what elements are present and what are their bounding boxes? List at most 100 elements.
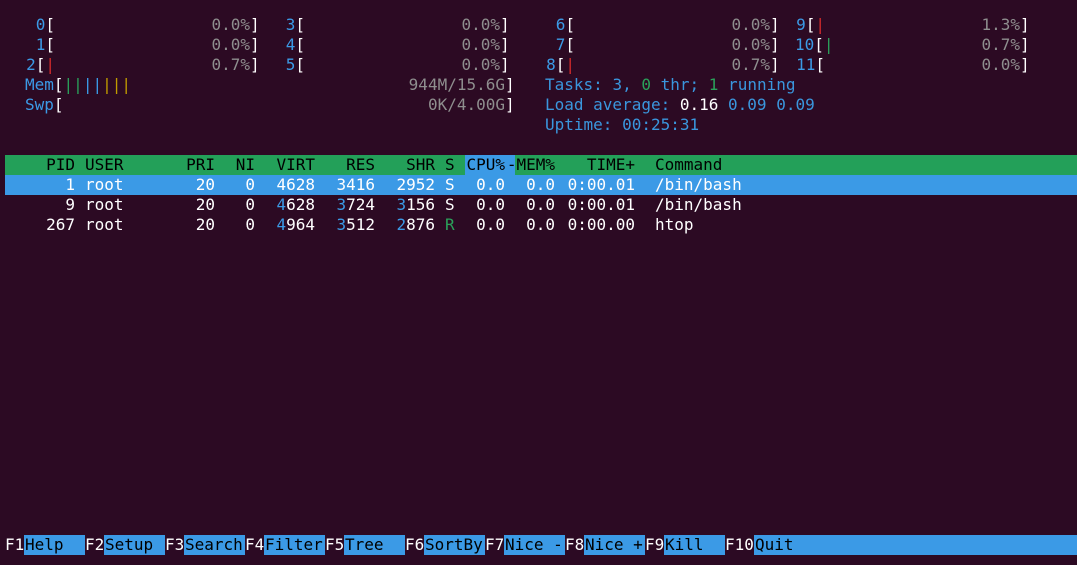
cell-mem: 0.0 [526, 195, 555, 214]
cpu-9-label: 9[| [796, 15, 825, 34]
cell-ni: 0 [245, 175, 255, 194]
cell-mem: 0.0 [526, 175, 555, 194]
cpu-8-label: 8[| [546, 55, 575, 74]
cell-cpu: 0.0 [476, 195, 505, 214]
column-pri[interactable]: PRI [165, 155, 215, 175]
cell-shr: 2952 [396, 175, 435, 194]
cpu-6-percent: 0.0% [731, 15, 770, 34]
f9-key[interactable]: F9 [645, 535, 665, 555]
column-ni[interactable]: NI [215, 155, 255, 175]
cpu-7-label: 7[ [555, 35, 575, 54]
column-cpu[interactable]: CPU% [455, 155, 505, 175]
swp-meter: Swp[ [25, 95, 64, 114]
cell-virt: 4628 [276, 175, 315, 194]
f9-label[interactable]: Kill [665, 535, 723, 555]
cell-cpu: 0.0 [476, 215, 505, 234]
swp-label: Swp [25, 95, 54, 114]
f4-key[interactable]: F4 [245, 535, 265, 555]
cell-shr: 2876 [396, 215, 435, 234]
f10-key[interactable]: F10 [725, 535, 754, 555]
cell-pid: 1 [65, 175, 75, 194]
uptime: Uptime: 00:25:31 [545, 115, 700, 134]
cell-virt: 4964 [276, 215, 315, 234]
cell-ni: 0 [245, 215, 255, 234]
cell-user: root [85, 175, 124, 194]
cell-s: S [445, 195, 455, 214]
cpu-5-percent: 0.0% [461, 55, 500, 74]
cell-time: 0:00.00 [567, 215, 635, 234]
cell-cpu: 0.0 [476, 175, 505, 194]
cell-command: /bin/bash [655, 195, 742, 214]
cell-command: htop [655, 215, 694, 234]
f6-key[interactable]: F6 [405, 535, 425, 555]
cell-ni: 0 [245, 195, 255, 214]
cpu-10-label: 10[| [795, 35, 834, 54]
cell-res: 3724 [336, 195, 375, 214]
column-s[interactable]: S [445, 155, 455, 175]
cell-s: S [445, 175, 455, 194]
column-time[interactable]: TIME+ [555, 155, 635, 175]
cell-pri: 20 [195, 215, 215, 234]
f7-label[interactable]: Nice - [505, 535, 563, 555]
cpu-11-label: 11[ [796, 55, 825, 74]
cell-s: R [445, 215, 455, 234]
cell-time: 0:00.01 [567, 175, 635, 194]
cpu-4-percent: 0.0% [461, 35, 500, 54]
f1-key[interactable]: F1 [5, 535, 25, 555]
column-res[interactable]: RES [315, 155, 375, 175]
cell-shr: 3156 [396, 195, 435, 214]
tasks-line: Tasks: 3, 0 thr; 1 running [545, 75, 796, 94]
cell-virt: 4628 [276, 195, 315, 214]
cell-user: root [85, 215, 124, 234]
f2-key[interactable]: F2 [85, 535, 105, 555]
mem-value: 944M/15.6G [408, 75, 505, 94]
cpu-11-percent: 0.0% [981, 55, 1020, 74]
cpu-4-label: 4[ [285, 35, 305, 54]
cpu-7-percent: 0.0% [731, 35, 770, 54]
cpu-1-label: 1[ [35, 35, 55, 54]
column-shr[interactable]: SHR [375, 155, 435, 175]
column-command[interactable]: Command [655, 155, 855, 175]
cpu-3-label: 3[ [285, 15, 305, 34]
cpu-0-label: 0[ [35, 15, 55, 34]
f8-key[interactable]: F8 [565, 535, 585, 555]
cpu-5-label: 5[ [285, 55, 305, 74]
cell-command: /bin/bash [655, 175, 742, 194]
f6-label[interactable]: SortBy [425, 535, 483, 555]
column-pid[interactable]: PID [5, 155, 75, 175]
cell-res: 3416 [336, 175, 375, 194]
cell-pri: 20 [195, 195, 215, 214]
column-user[interactable]: USER [85, 155, 165, 175]
mem-meter: Mem[||||||| [25, 75, 131, 94]
cpu-6-label: 6[ [555, 15, 575, 34]
f10-label[interactable]: Quit [755, 535, 813, 555]
f3-key[interactable]: F3 [165, 535, 185, 555]
cpu-2-label: 2[| [26, 55, 55, 74]
f5-label[interactable]: Tree [345, 535, 403, 555]
cell-pri: 20 [195, 175, 215, 194]
cpu-2-percent: 0.7% [211, 55, 250, 74]
cpu-10-percent: 0.7% [981, 35, 1020, 54]
mem-label: Mem [25, 75, 54, 94]
column-virt[interactable]: VIRT [255, 155, 315, 175]
swp-value: 0K/4.00G [427, 95, 505, 114]
cpu-8-percent: 0.7% [731, 55, 770, 74]
load-average: Load average: 0.16 0.09 0.09 [545, 95, 815, 114]
f1-label[interactable]: Help [25, 535, 83, 555]
f3-label[interactable]: Search [185, 535, 243, 555]
cell-res: 3512 [336, 215, 375, 234]
cpu-0-percent: 0.0% [211, 15, 250, 34]
cell-pid: 9 [65, 195, 75, 214]
cell-user: root [85, 195, 124, 214]
cpu-1-percent: 0.0% [211, 35, 250, 54]
f2-label[interactable]: Setup [105, 535, 163, 555]
f4-label[interactable]: Filter [265, 535, 323, 555]
cpu-3-percent: 0.0% [461, 15, 500, 34]
column-mem[interactable]: -MEM% [505, 155, 555, 175]
cpu-9-percent: 1.3% [981, 15, 1020, 34]
cell-mem: 0.0 [526, 215, 555, 234]
f8-label[interactable]: Nice + [585, 535, 643, 555]
f5-key[interactable]: F5 [325, 535, 345, 555]
f7-key[interactable]: F7 [485, 535, 505, 555]
cell-time: 0:00.01 [567, 195, 635, 214]
